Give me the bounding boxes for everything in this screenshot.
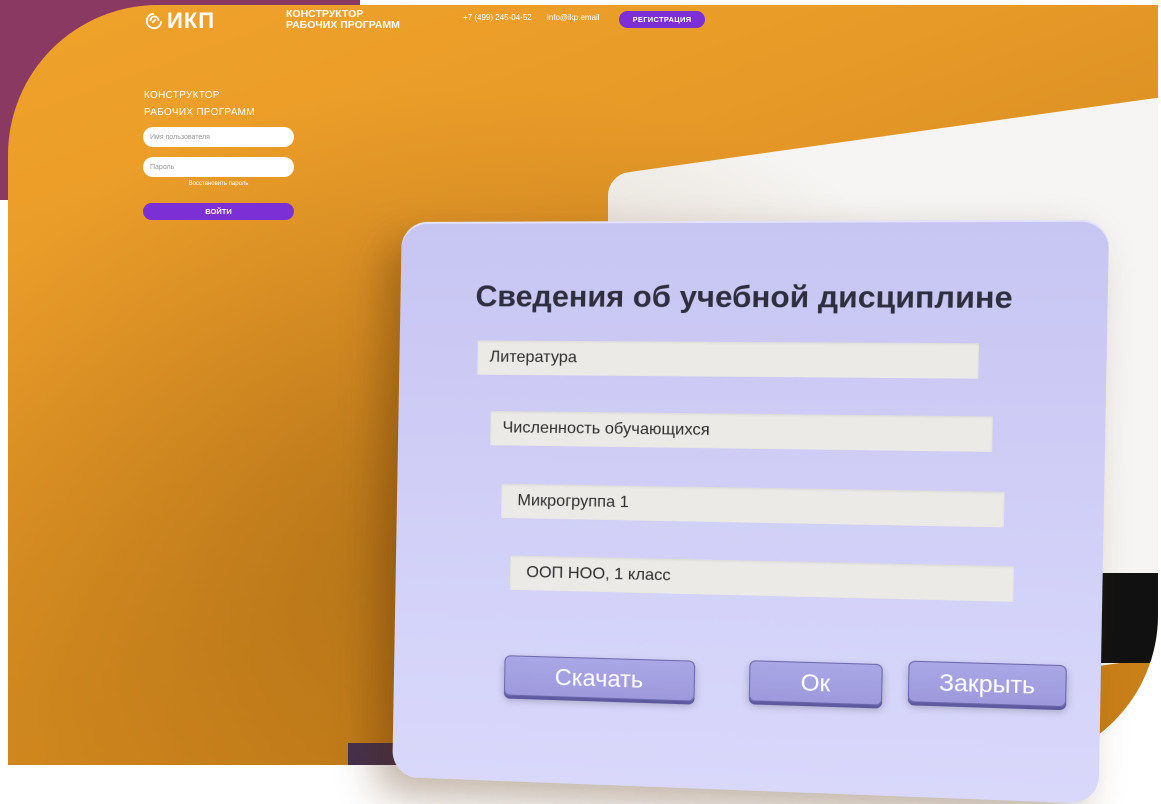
discipline-dialog: Сведения об учебной дисциплине Литератур… [392,219,1110,804]
header-title: КОНСТРУКТОР РАБОЧИХ ПРОГРАММ [286,9,400,31]
close-button[interactable]: Закрыть [907,660,1067,708]
login-title-line2: РАБОЧИХ ПРОГРАММ [144,107,255,118]
phone-link[interactable]: +7 (499) 245-04-52 [463,13,532,22]
email-link[interactable]: info@ikp.email [547,13,600,22]
download-button[interactable]: Скачать [503,655,696,702]
header-title-line2: РАБОЧИХ ПРОГРАММ [286,19,400,31]
register-button[interactable]: РЕГИСТРАЦИЯ [619,11,705,28]
login-button[interactable]: ВОЙТИ [143,203,294,220]
discipline-field[interactable]: Литература [477,340,979,379]
login-title-line1: КОНСТРУКТОР [144,90,220,101]
students-count-field[interactable]: Численность обучающихся [490,411,993,452]
username-input[interactable]: Имя пользователя [143,127,294,147]
program-field[interactable]: ООП НОО, 1 класс [509,555,1015,602]
logo[interactable]: ИКП [145,8,215,34]
password-input[interactable]: Пароль [143,157,294,177]
logo-text: ИКП [167,8,216,33]
ok-button[interactable]: Ок [748,660,883,706]
microgroup-field[interactable]: Микрогруппа 1 [500,483,1005,528]
dialog-title: Сведения об учебной дисциплине [475,280,1014,316]
login-title: КОНСТРУКТОР РАБОЧИХ ПРОГРАММ [144,87,255,121]
restore-password-link[interactable]: Восстановить пароль [143,181,294,187]
logo-icon [145,12,163,30]
